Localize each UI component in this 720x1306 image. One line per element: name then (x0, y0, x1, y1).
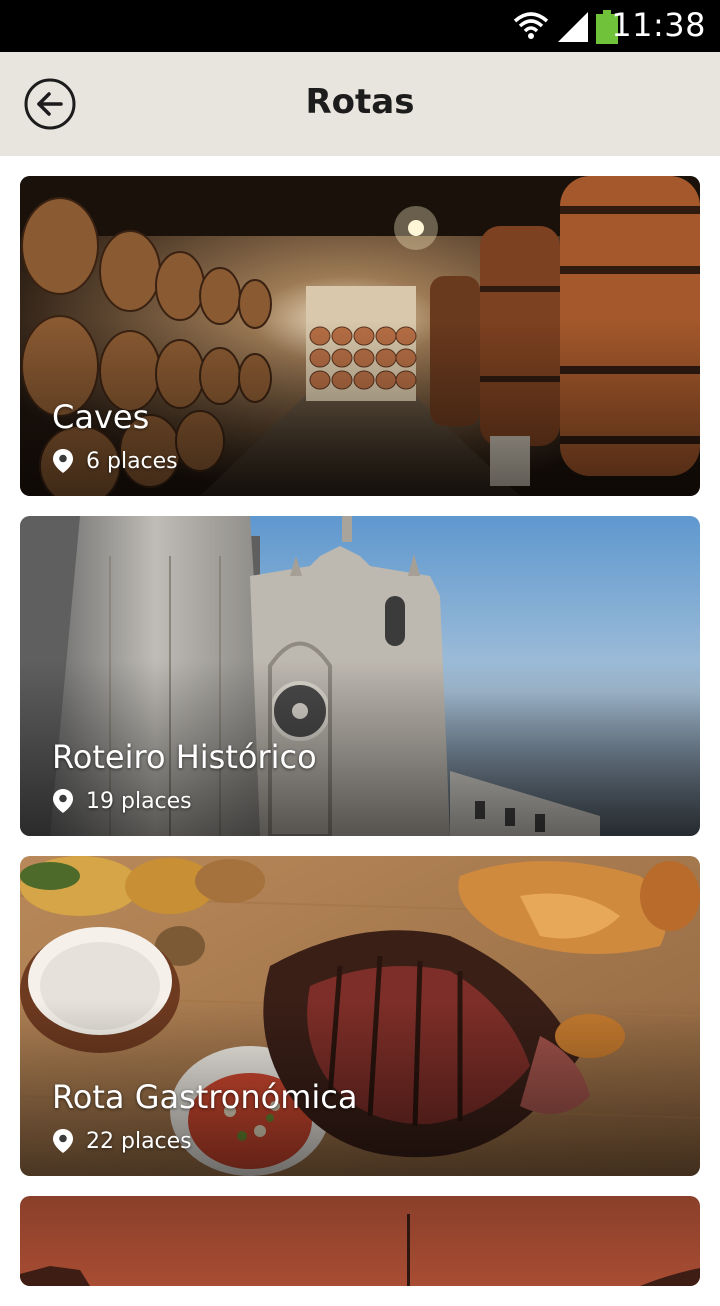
route-card-caves[interactable]: Caves 6 places (20, 176, 700, 496)
wifi-icon (513, 12, 549, 39)
route-meta: 19 places (52, 786, 192, 816)
location-pin-icon (53, 1129, 73, 1153)
route-name: Rota Gastronómica (52, 1078, 358, 1116)
signal-icon (558, 12, 588, 42)
route-place-count: 19 places (86, 788, 192, 814)
status-bar: 11:38 (0, 0, 720, 52)
route-list: Caves 6 places Roteiro Histórico 19 plac… (20, 176, 700, 1306)
route-card-rota-gastronomica[interactable]: Rota Gastronómica 22 places (20, 856, 700, 1176)
route-card-partial[interactable] (20, 1196, 700, 1286)
page-title: Rotas (305, 82, 415, 122)
route-place-count: 22 places (86, 1128, 192, 1154)
app-bar: Rotas (0, 52, 720, 156)
route-photo (20, 1196, 700, 1286)
route-meta: 22 places (52, 1126, 192, 1156)
route-place-count: 6 places (86, 448, 178, 474)
route-card-roteiro-historico[interactable]: Roteiro Histórico 19 places (20, 516, 700, 836)
location-pin-icon (53, 789, 73, 813)
status-time: 11:38 (611, 6, 706, 44)
route-name: Roteiro Histórico (52, 738, 317, 776)
location-pin-icon (53, 449, 73, 473)
route-meta: 6 places (52, 446, 178, 476)
route-name: Caves (52, 398, 150, 436)
